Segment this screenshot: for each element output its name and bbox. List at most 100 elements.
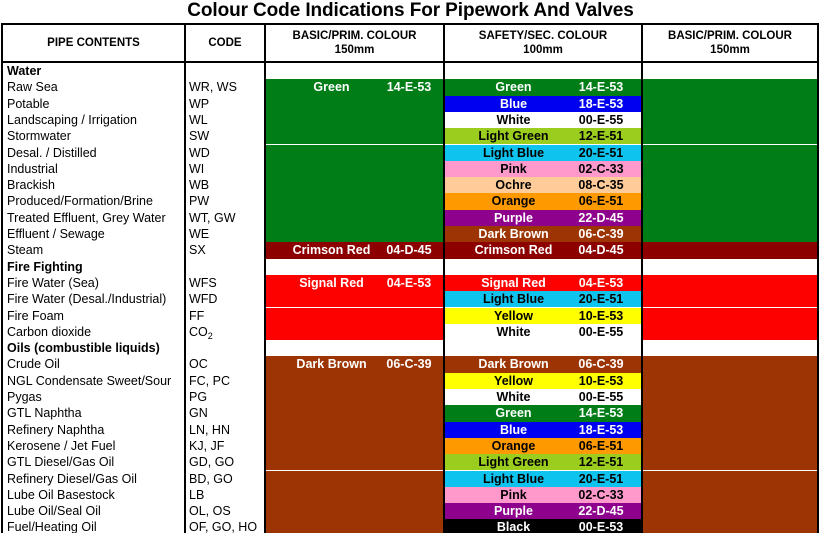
table-row: Desal. / Distilled WD Light Blue 20-E-51 (3, 144, 817, 161)
code-cell: OC (189, 357, 208, 372)
safety-colour-cell: Dark Brown 06-C-39 (445, 226, 641, 243)
pipe-contents-cell: Fire Fighting (7, 259, 83, 274)
safety-colour-cell: Ochre 08-C-35 (445, 177, 641, 194)
colour-code (378, 373, 440, 389)
table-section-row: Fire Fighting (3, 258, 817, 275)
colour-code: 06-C-39 (578, 357, 624, 372)
colour-name (284, 487, 379, 503)
column-header-line1: CODE (208, 37, 242, 49)
basic-colour-cell (266, 519, 443, 533)
colour-code: 14-E-53 (386, 80, 432, 95)
colour-name (284, 210, 379, 226)
colour-code: 06-E-51 (578, 194, 624, 209)
table-row: Pygas PG White 00-E-55 (3, 389, 817, 406)
colour-name: Purple (494, 504, 533, 519)
basic-colour-cell (266, 193, 443, 210)
code-cell: SW (189, 129, 210, 144)
code-cell (189, 259, 263, 275)
safety-colour-cell: Light Blue 20-E-51 (445, 470, 641, 487)
safety-colour-cell: Purple 22-D-45 (445, 503, 641, 520)
safety-colour-cell: Orange 06-E-51 (445, 193, 641, 210)
colour-name (284, 471, 379, 487)
colour-name (284, 291, 379, 307)
primary-colour-cell (643, 421, 817, 438)
colour-code: 00-E-53 (578, 520, 624, 533)
pipe-contents-cell: Water (7, 64, 42, 78)
table-section-row: Water (3, 63, 817, 80)
code-cell: WB (189, 178, 210, 193)
code-cell (189, 340, 263, 356)
basic-colour-cell (266, 291, 443, 308)
colour-code: 06-C-39 (578, 227, 624, 241)
colour-name: White (496, 390, 531, 404)
safety-colour-cell: Dark Brown 06-C-39 (445, 356, 641, 373)
code-cell: WL (189, 112, 208, 127)
pipe-contents-cell: Fire Foam (7, 308, 64, 323)
primary-colour-cell (643, 144, 817, 161)
table-row: Industrial WI Pink 02-C-33 (3, 160, 817, 178)
safety-colour-cell: Light Blue 20-E-51 (445, 291, 641, 308)
basic-colour-cell (266, 144, 443, 161)
table-row: Carbon dioxide CO2 White 00-E-55 (3, 323, 817, 341)
colour-name: Crimson Red (292, 243, 371, 258)
colour-code (378, 193, 440, 209)
column-header-line2: 150mm (334, 44, 375, 56)
basic-colour-cell (266, 160, 443, 178)
colour-code (378, 438, 440, 454)
primary-colour-cell (643, 242, 817, 259)
safety-colour-cell: Light Green 12-E-51 (445, 128, 641, 145)
safety-colour-cell: White 00-E-55 (445, 323, 641, 341)
colour-code (378, 454, 440, 470)
table-row: Refinery Diesel/Gas Oil BD, GO Light Blue 2… (3, 470, 817, 487)
blank-cell (643, 340, 817, 357)
colour-code: 20-E-51 (578, 471, 624, 486)
primary-colour-cell (643, 226, 817, 243)
column-header-pipe-contents: PIPE CONTENTS (3, 25, 184, 61)
column-header-line2: 150mm (710, 44, 750, 56)
safety-colour-cell: Green 14-E-53 (445, 405, 641, 422)
table-row: Fire Foam FF Yellow 10-E-53 (3, 307, 817, 324)
colour-code: 18-E-53 (578, 96, 624, 111)
safety-colour-cell: Black 00-E-53 (445, 519, 641, 533)
pipe-contents-cell: Desal. / Distilled (7, 145, 97, 160)
colour-code: 12-E-51 (578, 129, 624, 144)
table-row: Landscaping / Irrigation WL White 00-E-55 (3, 111, 817, 129)
primary-colour-cell (643, 470, 817, 487)
primary-colour-cell (643, 372, 817, 389)
colour-code: 14-E-53 (578, 406, 624, 421)
colour-name: Light Blue (482, 145, 545, 160)
table-row: Raw Sea WR, WS Green 14-E-53 Green 14-E-53 (3, 79, 817, 96)
table-row: Fire Water (Sea) WFS Signal Red 04-E-53 Sign… (3, 274, 817, 292)
table-row: Stormwater SW Light Green 12-E-51 (3, 128, 817, 145)
column-header-line1: BASIC/PRIM. COLOUR (292, 30, 417, 42)
basic-colour-cell: Green 14-E-53 (266, 79, 443, 96)
basic-colour-cell (266, 128, 443, 145)
pipe-contents-cell: Brackish (7, 178, 55, 193)
column-header-line1: BASIC/PRIM. COLOUR (668, 30, 792, 42)
code-cell: FF (189, 308, 205, 323)
basic-colour-cell (266, 226, 443, 243)
pipe-contents-cell: Carbon dioxide (7, 324, 92, 339)
column-header-basic-primary-colour: BASIC/PRIM. COLOUR 150mm (266, 25, 443, 61)
colour-name: Yellow (494, 308, 533, 323)
table-row: Lube Oil/Seal Oil OL, OS Purple 22-D-45 (3, 503, 817, 520)
safety-colour-cell: White 00-E-55 (445, 389, 641, 406)
colour-code (378, 487, 440, 503)
safety-colour-cell: Crimson Red 04-D-45 (445, 242, 641, 259)
pipe-contents-cell: NGL Condensate Sweet/Sour (7, 373, 172, 388)
colour-name (284, 438, 379, 454)
primary-colour-cell (643, 274, 817, 292)
blank-cell (643, 258, 817, 275)
code-cell: GN (189, 406, 208, 421)
column-header-safety-secondary-colour: SAFETY/SEC. COLOUR 100mm (445, 25, 641, 61)
colour-code: 12-E-51 (578, 455, 624, 470)
pipe-contents-cell: Effluent / Sewage (7, 227, 105, 241)
colour-name: Black (496, 520, 531, 533)
colour-name: Green (313, 80, 350, 95)
code-cell: PG (189, 390, 208, 404)
colour-name: Light Blue (482, 292, 545, 307)
colour-name: Purple (494, 210, 533, 225)
colour-code: 18-E-53 (578, 422, 624, 437)
colour-name (284, 112, 379, 128)
code-cell: LB (189, 487, 205, 502)
